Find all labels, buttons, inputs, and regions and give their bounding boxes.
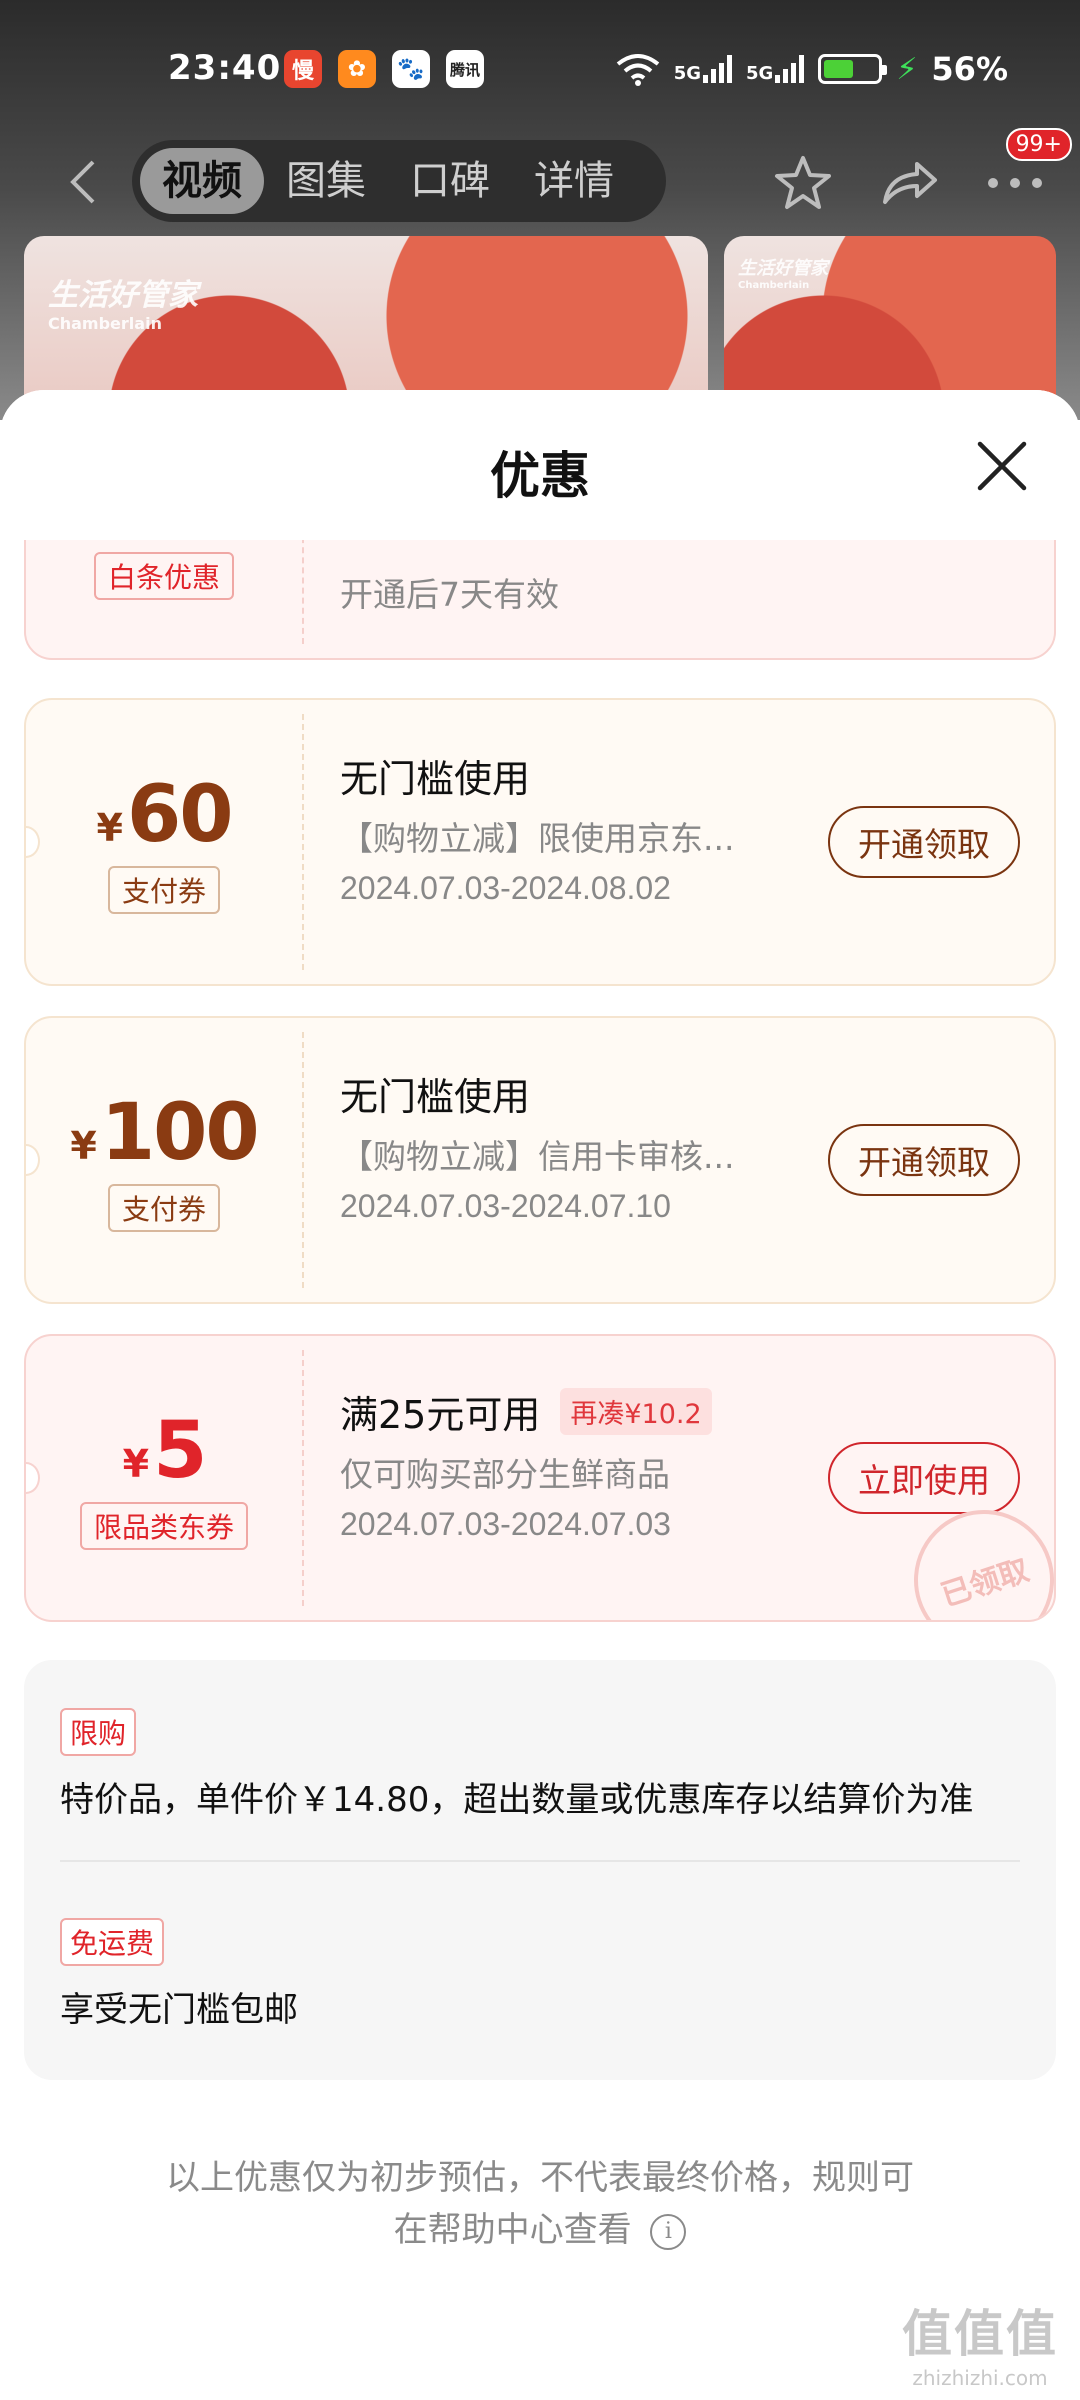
activate-claim-button[interactable]: 开通领取 [828,806,1020,878]
watermark-logo: 值值值 [902,2305,1058,2363]
coupon-card-100: ¥ 100 支付券 无门槛使用 【购物立减】信用卡审核... 2024.07.0… [24,1016,1056,1304]
coupon-desc: 【购物立减】信用卡审核... [340,1137,735,1176]
panel-divider [60,1860,1020,1862]
coupon-info: 满25元可用 再凑¥10.2 仅可购买部分生鲜商品 2024.07.03-202… [340,1384,834,1543]
discount-sheet: 优惠 白条优惠 开通后7天有效 ¥ 60 支付券 无门槛使用 【购物立减】限使用… [0,390,1080,2400]
app-notif-icon-1: 慢 [284,50,322,88]
coupon-amount-value: 5 [153,1406,207,1496]
coupon-amount-value: 60 [126,770,234,860]
coupon-yen: ¥ [96,806,123,850]
coupon-tag: 支付券 [107,1184,220,1232]
disclaimer-line-2[interactable]: 在帮助中心查看 [394,2210,632,2250]
more-menu-icon[interactable]: 99+ [980,128,1072,218]
sheet-header: 优惠 [0,390,1080,540]
signal-1-label: 5G [673,63,702,84]
free-shipping-tag: 免运费 [60,1918,165,1966]
product-page-background: 23:40 慢 ✿ 🐾 腾讯 5G 5G ⚡ 56% 视频 图集 口碑 详情 9… [0,0,1080,436]
tab-video[interactable]: 视频 [140,148,264,214]
favorite-star-icon[interactable] [768,148,838,218]
watermark: 值值值 zhizhizhi.com [902,2294,1058,2390]
tab-details[interactable]: 详情 [512,148,636,214]
status-time: 23:40 [168,48,282,88]
coupon-info: 无门槛使用 【购物立减】信用卡审核... 2024.07.03-2024.07.… [340,1066,834,1225]
coupon-title-text: 无门槛使用 [340,1074,531,1119]
signal-2-icon: 5G [746,55,805,84]
coupon-desc: 开通后7天有效 [340,575,559,614]
nav-tabs: 视频 图集 口碑 详情 [132,140,666,222]
coupon-title-text: 满25元可用 [340,1392,541,1437]
activate-claim-button[interactable]: 开通领取 [828,1124,1020,1196]
free-shipping-text: 享受无门槛包邮 [60,1990,298,2030]
coupon-title-text: 无门槛使用 [340,756,531,801]
disclaimer-note: 以上优惠仅为初步预估，不代表最终价格，规则可 在帮助中心查看 i [0,2152,1080,2256]
tab-gallery[interactable]: 图集 [264,148,388,214]
app-notif-icon-2: ✿ [338,50,376,88]
coupon-yen: ¥ [70,1124,97,1168]
photo-brand-logo-en: Chamberlain [48,314,162,333]
disclaimer-line-2-wrap: 在帮助中心查看 i [0,2204,1080,2256]
coupon-title: 无门槛使用 [340,1066,834,1120]
coupon-date: 2024.07.03-2024.07.10 [340,1188,671,1224]
info-icon[interactable]: i [650,2213,687,2250]
coupon-amount-value: 100 [100,1088,260,1178]
coupon-desc: 仅可购买部分生鲜商品 [340,1455,670,1494]
coupon-date: 2024.07.03-2024.07.03 [340,1506,671,1542]
nav-actions: 99+ [768,128,1072,218]
coupon-tag: 白条优惠 [93,552,234,600]
coupon-card-5: ¥ 5 限品类东券 满25元可用 再凑¥10.2 仅可购买部分生鲜商品 2024… [24,1334,1056,1622]
status-right: 5G 5G ⚡ 56% [616,50,1008,88]
wifi-icon [616,54,659,86]
coupon-divider [302,714,304,970]
watermark-site: zhizhizhi.com [912,2366,1048,2390]
coupon-amount: ¥ 100 [70,1088,260,1178]
coupon-title: 无门槛使用 [340,748,834,802]
coupon-date: 2024.07.03-2024.08.02 [340,870,671,906]
battery-icon [818,54,888,84]
close-icon[interactable] [970,434,1034,498]
promo-info-panel: 限购 特价品，单件价￥14.80，超出数量或优惠库存以结算价为准 免运费 享受无… [24,1660,1056,2080]
notification-icons: 慢 ✿ 🐾 腾讯 [284,50,484,88]
coupon-card-60: ¥ 60 支付券 无门槛使用 【购物立减】限使用京东... 2024.07.03… [24,698,1056,986]
coupon-tag: 限品类东券 [79,1502,248,1550]
coupon-amount: ¥ 5 [122,1406,208,1496]
limit-text: 特价品，单件价￥14.80，超出数量或优惠库存以结算价为准 [60,1780,974,1820]
battery-level-fill [824,60,854,78]
back-icon[interactable] [52,152,112,212]
status-bar: 23:40 慢 ✿ 🐾 腾讯 5G 5G ⚡ 56% [0,0,1080,140]
coupon-left: ¥ 5 限品类东券 [26,1336,302,1620]
coupon-tag: 支付券 [107,866,220,914]
coupon-left: ¥ 100 支付券 [26,1018,302,1302]
coupon-divider [302,1032,304,1288]
coupon-info: 无门槛使用 【购物立减】限使用京东... 2024.07.03-2024.08.… [340,748,834,907]
coupon-divider [302,1350,304,1606]
charging-icon: ⚡ [896,51,918,87]
battery-percent: 56% [931,50,1008,88]
coupon-yen: ¥ [122,1442,150,1486]
product-nav-bar: 视频 图集 口碑 详情 99+ [0,128,1080,228]
coupon-amount: ¥ 60 [96,770,234,860]
app-notif-icon-3: 🐾 [392,50,430,88]
sheet-title: 优惠 [490,447,590,505]
photo-brand-logo-en: Chamberlain [738,280,810,291]
app-notif-icon-4: 腾讯 [446,50,484,88]
signal-2-label: 5G [746,63,774,84]
coupon-left: ¥ 60 支付券 [26,700,302,984]
photo-brand-logo: 生活好管家 [738,258,828,279]
photo-brand-logo: 生活好管家 [48,278,198,313]
use-now-button[interactable]: 立即使用 [828,1442,1020,1514]
coupon-desc: 【购物立减】限使用京东... [340,819,735,858]
disclaimer-line-1: 以上优惠仅为初步预估，不代表最终价格，规则可 [166,2158,914,2198]
signal-1-icon: 5G [673,55,733,84]
add-more-badge: 再凑¥10.2 [560,1387,712,1435]
share-icon[interactable] [874,148,944,218]
limit-tag: 限购 [60,1708,137,1756]
tab-reviews[interactable]: 口碑 [388,148,512,214]
message-count-badge: 99+ [1005,128,1072,161]
coupon-title: 满25元可用 再凑¥10.2 [340,1384,834,1438]
